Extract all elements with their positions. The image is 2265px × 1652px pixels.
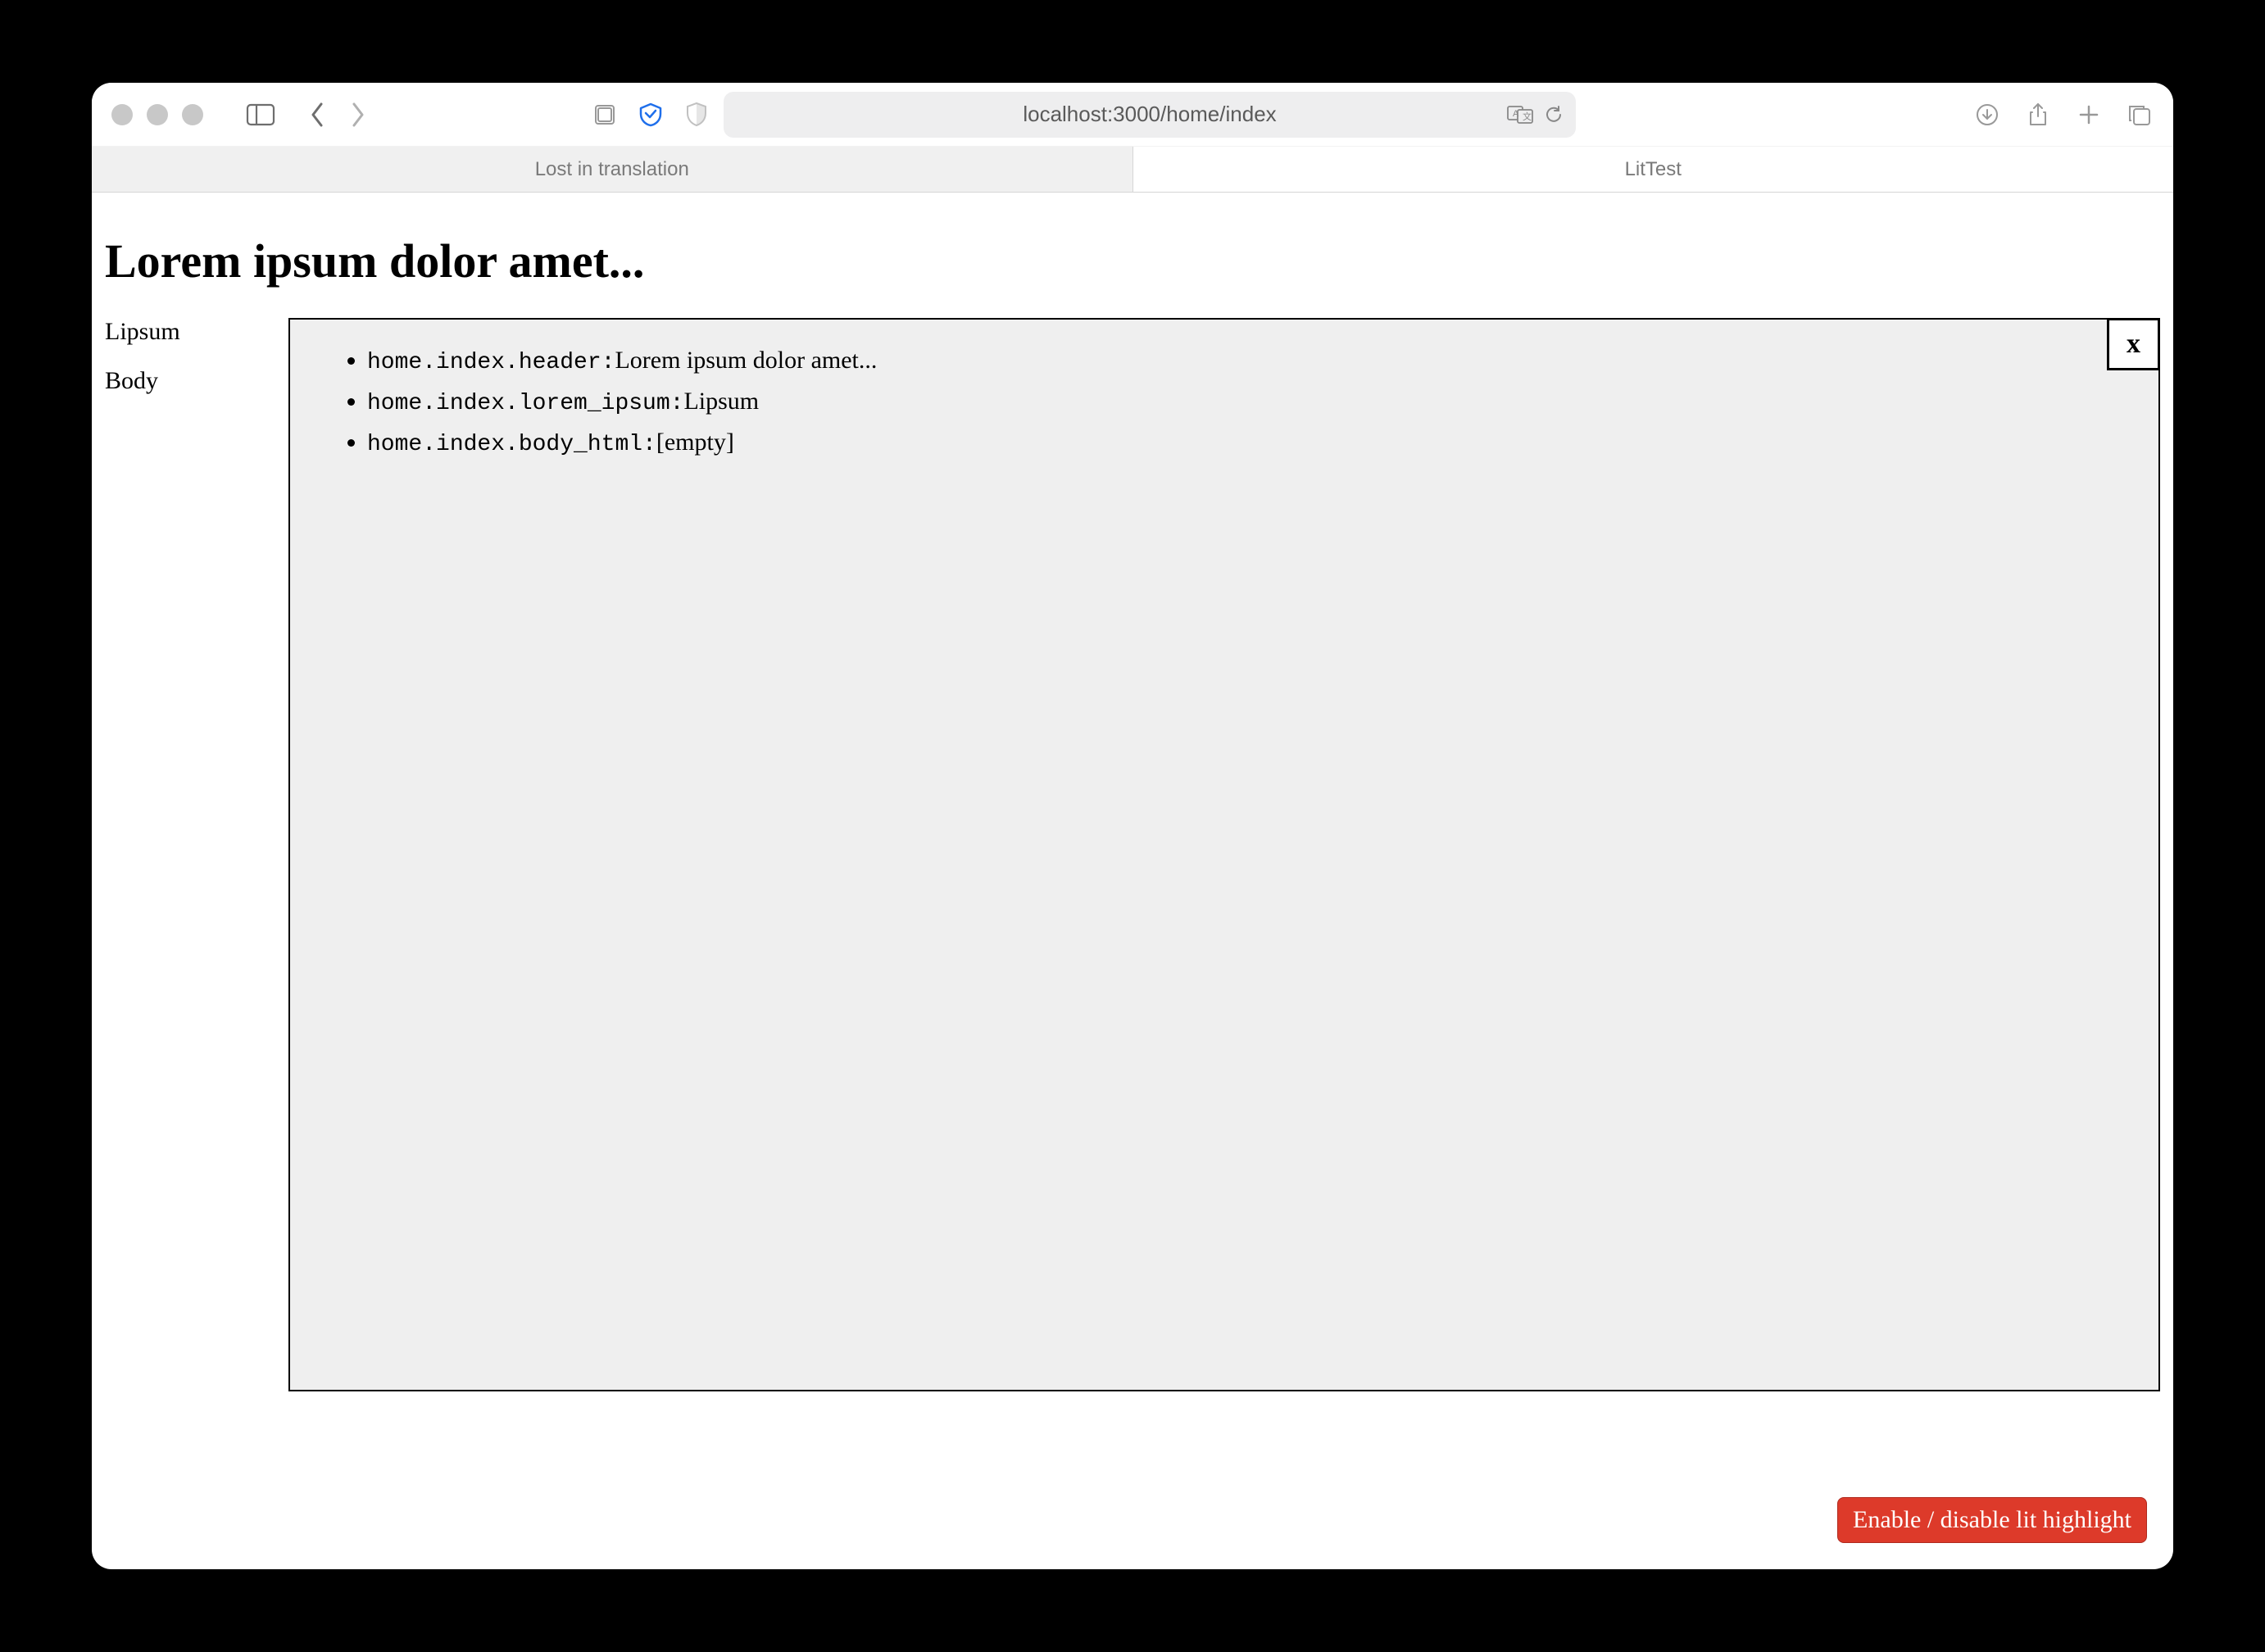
reload-icon[interactable]: [1543, 104, 1564, 125]
tab-bar: Lost in translation LitTest: [92, 147, 2173, 193]
page-heading: Lorem ipsum dolor amet...: [105, 234, 2160, 288]
share-icon[interactable]: [2024, 101, 2052, 129]
translation-value: Lorem ipsum dolor amet...: [615, 347, 877, 374]
close-window-button[interactable]: [111, 104, 133, 125]
translate-icon[interactable]: A 文: [1507, 104, 1533, 125]
shield-icon[interactable]: [591, 101, 619, 129]
translation-key: home.index.lorem_ipsum:: [367, 391, 683, 416]
fullscreen-window-button[interactable]: [182, 104, 203, 125]
toggle-label: Enable / disable lit highlight: [1853, 1506, 2131, 1533]
translation-list: home.index.header:Lorem ipsum dolor amet…: [310, 341, 2139, 463]
list-item: home.index.lorem_ipsum:Lipsum: [367, 382, 2139, 423]
svg-text:A: A: [1513, 109, 1519, 119]
translation-value: [empty]: [656, 429, 734, 456]
translation-value: Lipsum: [683, 388, 759, 415]
forward-button[interactable]: [346, 101, 370, 129]
minimize-window-button[interactable]: [147, 104, 168, 125]
close-icon: x: [2127, 329, 2140, 360]
translation-panel: x home.index.header:Lorem ipsum dolor am…: [288, 318, 2160, 1391]
translation-key: home.index.header:: [367, 350, 615, 375]
toggle-highlight-button[interactable]: Enable / disable lit highlight: [1837, 1497, 2147, 1543]
tab-littest[interactable]: LitTest: [1133, 147, 2174, 192]
side-label-lipsum: Lipsum: [105, 318, 288, 346]
sidebar-toggle-icon[interactable]: [246, 102, 275, 127]
page-content: Lorem ipsum dolor amet... Lipsum Body x …: [92, 193, 2173, 1569]
browser-toolbar: localhost:3000/home/index A 文: [92, 83, 2173, 147]
tabs-overview-icon[interactable]: [2126, 101, 2154, 129]
translation-key: home.index.body_html:: [367, 432, 656, 457]
address-bar[interactable]: localhost:3000/home/index A 文: [724, 92, 1576, 138]
back-button[interactable]: [305, 101, 329, 129]
tab-label: LitTest: [1625, 158, 1682, 181]
window-controls: [111, 104, 203, 125]
side-labels: Lipsum Body: [105, 318, 288, 395]
list-item: home.index.body_html:[empty]: [367, 423, 2139, 464]
toolbar-right-icons: [1973, 101, 2154, 129]
tab-lost-in-translation[interactable]: Lost in translation: [92, 147, 1133, 192]
nav-arrows: [305, 101, 370, 129]
url-text: localhost:3000/home/index: [1023, 102, 1276, 127]
side-label-body: Body: [105, 367, 288, 395]
downloads-icon[interactable]: [1973, 101, 2001, 129]
browser-window: localhost:3000/home/index A 文: [92, 83, 2173, 1569]
privacy-shield-icon[interactable]: [683, 101, 710, 129]
toolbar-left-icons: [591, 101, 710, 129]
new-tab-icon[interactable]: [2075, 101, 2103, 129]
tab-label: Lost in translation: [535, 158, 689, 181]
close-panel-button[interactable]: x: [2107, 318, 2160, 370]
svg-text:文: 文: [1523, 111, 1532, 122]
pocket-icon[interactable]: [637, 101, 665, 129]
list-item: home.index.header:Lorem ipsum dolor amet…: [367, 341, 2139, 382]
